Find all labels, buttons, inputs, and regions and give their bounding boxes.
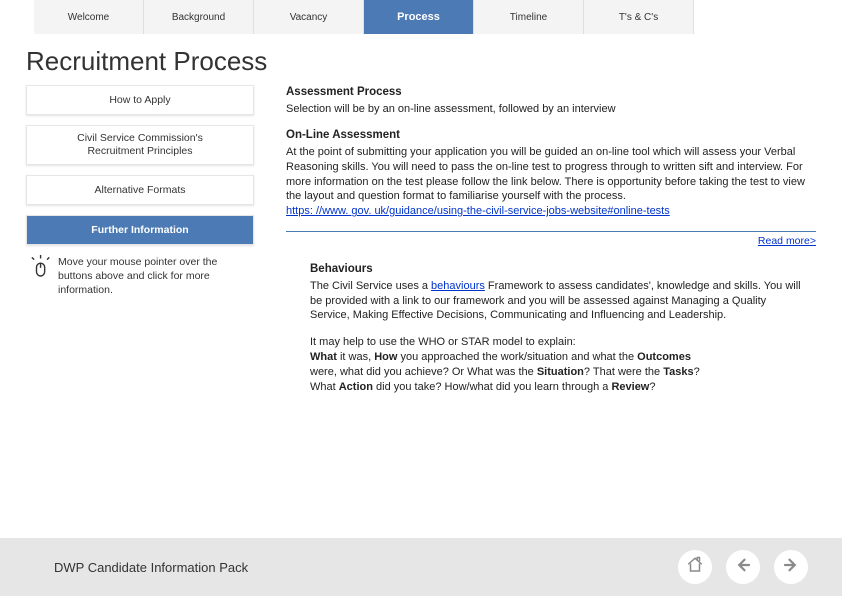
sidebar-item-csc-principles[interactable]: Civil Service Commission's Recruitment P… (26, 125, 254, 165)
footer: DWP Candidate Information Pack (0, 538, 842, 596)
nav-tab-timeline[interactable]: Timeline (474, 0, 584, 34)
mouse-pointer-icon (26, 255, 54, 298)
sidebar-item-label: Alternative Formats (94, 184, 185, 197)
home-icon (686, 556, 704, 579)
assessment-heading: Assessment Process (286, 85, 816, 101)
content: Assessment Process Selection will be by … (254, 85, 816, 407)
sidebar-hint: Move your mouse pointer over the buttons… (26, 255, 254, 298)
read-more-link[interactable]: Read more> (758, 235, 816, 247)
nav-tab-vacancy[interactable]: Vacancy (254, 0, 364, 34)
nav-tab-background[interactable]: Background (144, 0, 254, 34)
footer-icons (678, 550, 808, 584)
nav-tab-welcome[interactable]: Welcome (34, 0, 144, 34)
online-section: On-Line Assessment At the point of submi… (286, 128, 816, 219)
home-button[interactable] (678, 550, 712, 584)
arrow-left-icon (734, 556, 752, 579)
assessment-text: Selection will be by an on-line assessme… (286, 102, 816, 117)
sidebar-item-label: Civil Service Commission's (77, 132, 203, 145)
arrow-right-icon (782, 556, 800, 579)
behaviours-heading: Behaviours (310, 262, 806, 278)
sidebar: How to Apply Civil Service Commission's … (26, 85, 254, 407)
sidebar-hint-text: Move your mouse pointer over the buttons… (54, 255, 254, 298)
footer-title: DWP Candidate Information Pack (54, 560, 248, 575)
sidebar-item-label: Recruitment Principles (87, 145, 192, 158)
assessment-section: Assessment Process Selection will be by … (286, 85, 816, 116)
online-heading: On-Line Assessment (286, 128, 816, 144)
behaviours-section: Behaviours The Civil Service uses a beha… (286, 262, 816, 323)
behaviours-text: The Civil Service uses a behaviours Fram… (310, 279, 806, 324)
behaviours-link[interactable]: behaviours (431, 280, 485, 292)
top-nav: Welcome Background Vacancy Process Timel… (34, 0, 842, 34)
divider (286, 231, 816, 232)
online-tests-link[interactable]: https: //www. gov. uk/guidance/using-the… (286, 205, 670, 217)
next-button[interactable] (774, 550, 808, 584)
prev-button[interactable] (726, 550, 760, 584)
page-title: Recruitment Process (26, 46, 842, 77)
model-section: It may help to use the WHO or STAR model… (286, 335, 816, 394)
sidebar-item-further-info[interactable]: Further Information (26, 215, 254, 245)
nav-tab-process[interactable]: Process (364, 0, 474, 34)
online-text: At the point of submitting your applicat… (286, 145, 816, 204)
sidebar-item-alt-formats[interactable]: Alternative Formats (26, 175, 254, 205)
sidebar-item-label: Further Information (91, 224, 188, 237)
sidebar-item-how-to-apply[interactable]: How to Apply (26, 85, 254, 115)
nav-tab-tscs[interactable]: T's & C's (584, 0, 694, 34)
sidebar-item-label: How to Apply (109, 94, 170, 107)
